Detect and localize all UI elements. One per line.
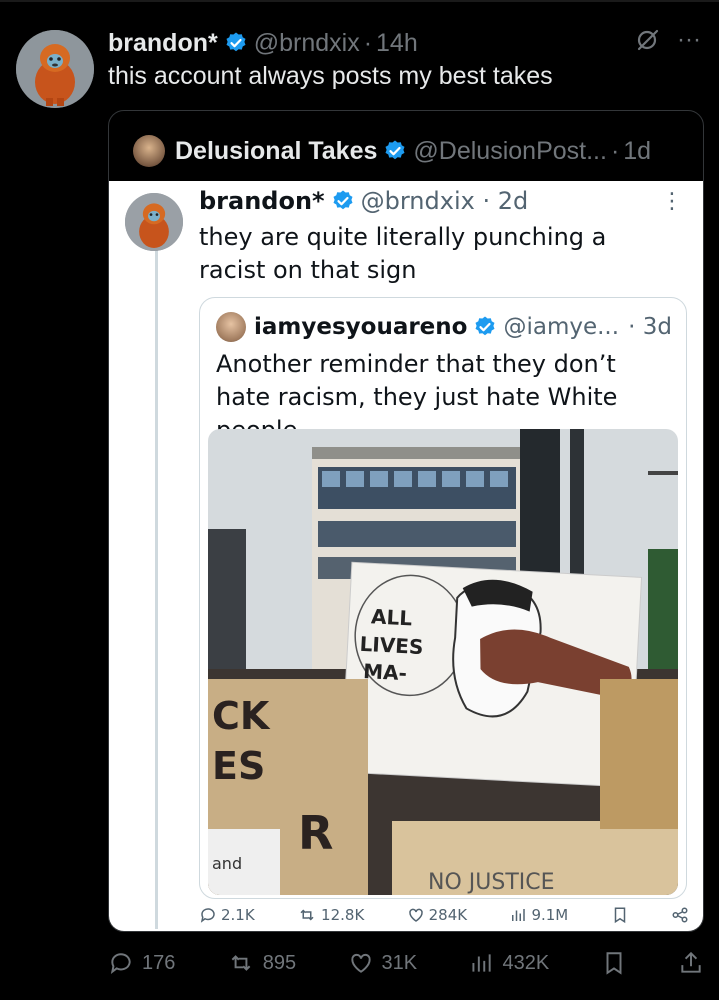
top-divider: [0, 0, 719, 2]
more-options-icon[interactable]: ···: [677, 26, 701, 54]
inner-avatar: [216, 312, 246, 342]
author-name[interactable]: brandon*: [108, 29, 218, 58]
heart-icon: [350, 953, 371, 973]
monkey-avatar-icon: [125, 193, 183, 251]
screenshot-avatar: [125, 193, 183, 251]
quoted-author-name: Delusional Takes: [175, 136, 378, 165]
repost-count: 895: [262, 951, 297, 974]
share-icon: [672, 907, 688, 923]
svg-text:MA-: MA-: [363, 659, 408, 685]
sign-small-text: and: [212, 854, 242, 873]
post-header: brandon* @brndxix · 14h: [108, 27, 699, 59]
reply-count: 176: [142, 951, 176, 974]
post-time[interactable]: 14h: [376, 29, 418, 58]
more-options-icon: ⋮: [661, 189, 683, 214]
thread-line: [155, 249, 158, 929]
sign-left-text-3: R: [298, 806, 333, 860]
quoted-author-handle: @DelusionPost...: [413, 136, 607, 165]
author-handle[interactable]: @brndxix: [254, 29, 360, 58]
separator-dot: ·: [628, 314, 643, 340]
separator-dot: ·: [474, 187, 498, 215]
verified-badge-icon: [226, 32, 246, 52]
reply-button[interactable]: 176: [108, 950, 175, 976]
screenshot-author-handle: @brndxix: [360, 187, 475, 215]
inner-quoted-header: iamyesyouareno @iamye... · 3d: [216, 312, 672, 342]
screenshot-like-count: 284K: [428, 906, 468, 924]
quoted-post[interactable]: Delusional Takes @DelusionPost... · 1d b…: [108, 110, 704, 932]
sign-left-text-2: ES: [212, 744, 265, 788]
bookmark-icon: [614, 907, 625, 924]
share-icon[interactable]: [678, 950, 704, 976]
post-tools: ···: [635, 26, 701, 54]
screenshot-like: 284K: [407, 906, 467, 924]
separator-dot: ·: [610, 136, 620, 165]
screenshot-time: 2d: [497, 187, 529, 215]
views-icon: [472, 954, 492, 972]
svg-text:ALL: ALL: [371, 604, 413, 630]
reply-icon: [110, 953, 131, 974]
views-button[interactable]: 432K: [468, 950, 549, 976]
quoted-avatar: [133, 135, 165, 167]
bookmark-icon[interactable]: [601, 950, 627, 976]
screenshot-reply: 2.1K: [199, 906, 255, 924]
reply-icon: [200, 908, 215, 923]
quoted-header: Delusional Takes @DelusionPost... · 1d: [133, 133, 651, 169]
views-count: 432K: [502, 951, 550, 974]
inner-time: 3d: [642, 314, 672, 340]
screenshot-actions: 2.1K 12.8K 284K 9.1M: [199, 903, 689, 927]
like-count: 31K: [381, 951, 418, 974]
sign-left-text-1: CK: [212, 694, 271, 738]
inner-author-name: iamyesyouareno: [254, 314, 468, 340]
screenshot-repost: 12.8K: [297, 906, 364, 924]
screenshot-views: 9.1M: [509, 906, 568, 924]
repost-icon: [300, 909, 314, 921]
heart-icon: [408, 908, 423, 922]
inner-author-handle: @iamye...: [503, 314, 620, 340]
inner-quoted-post: iamyesyouareno @iamye... · 3d Another re…: [199, 297, 687, 899]
quoted-time: 1d: [623, 136, 652, 165]
verified-badge-icon: [385, 140, 405, 160]
post-text: this account always posts my best takes: [108, 62, 553, 90]
repost-icon: [231, 955, 251, 971]
verified-badge-icon: [333, 190, 353, 210]
screenshot-header: brandon* @brndxix · 2d: [199, 187, 528, 215]
post-actions: 176 895 31K 432K: [108, 945, 704, 981]
avatar[interactable]: [16, 30, 94, 108]
repost-button[interactable]: 895: [227, 950, 296, 976]
screenshot-author-name: brandon*: [199, 187, 325, 215]
grok-icon[interactable]: [635, 27, 661, 53]
svg-text:LIVES: LIVES: [359, 632, 424, 659]
protest-photo-graphic: ALL LIVES MA- CK ES R and NO JUSTICE: [208, 429, 678, 895]
views-icon: [512, 909, 526, 921]
like-button[interactable]: 31K: [348, 950, 418, 976]
screenshot-reply-count: 2.1K: [221, 906, 255, 924]
screenshot-views-count: 9.1M: [531, 906, 569, 924]
verified-badge-icon: [475, 316, 495, 336]
screenshot-repost-count: 12.8K: [321, 906, 365, 924]
screenshot-text: they are quite literally punching a raci…: [199, 223, 607, 284]
monkey-avatar-icon: [16, 30, 94, 108]
tweet-screenshot-image: brandon* @brndxix · 2d ⋮ they are quite …: [109, 181, 703, 931]
sign-bottom-text: NO JUSTICE: [428, 870, 555, 895]
protest-photo: ALL LIVES MA- CK ES R and NO JUSTICE: [208, 429, 678, 895]
separator-dot: ·: [363, 28, 373, 57]
